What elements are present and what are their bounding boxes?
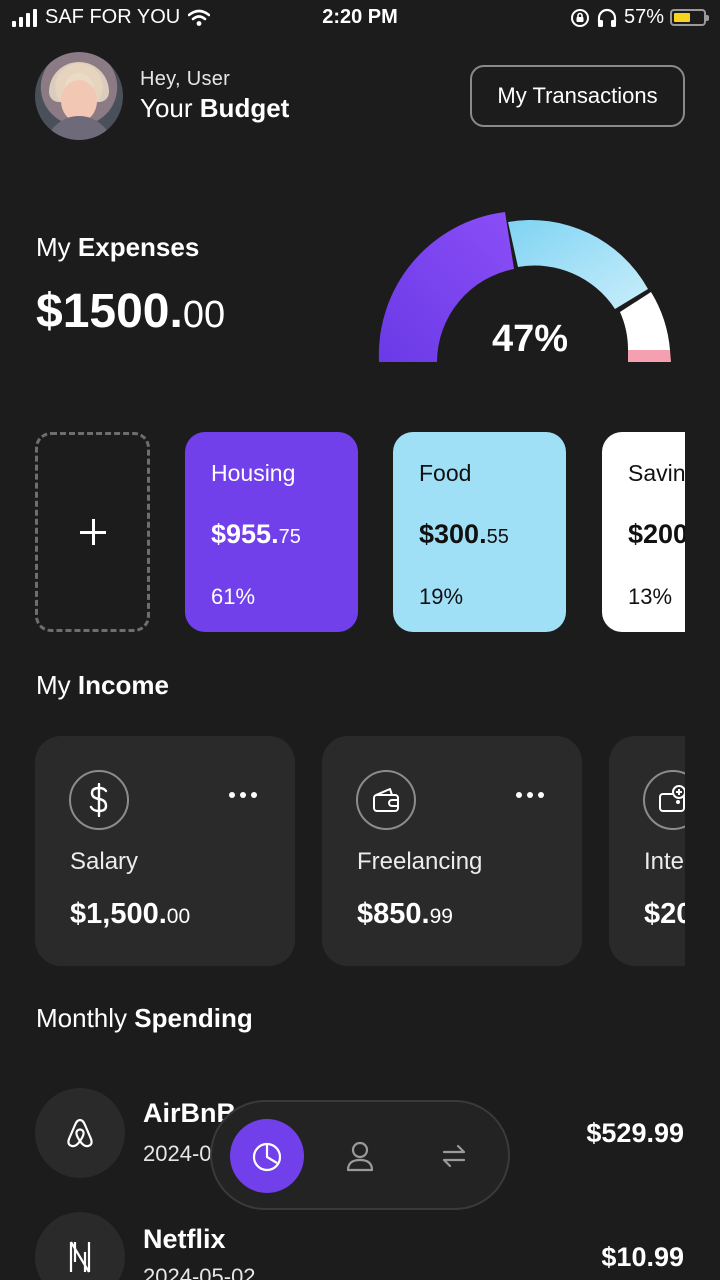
gauge-segment-other <box>628 350 671 362</box>
income-card-freelancing[interactable]: Freelancing $850.99 <box>322 736 582 966</box>
income-card-salary[interactable]: Salary $1,500.00 <box>35 736 295 966</box>
gauge-percent: 47% <box>491 318 569 360</box>
spending-item-amount: $10.99 <box>601 1242 684 1272</box>
nav-chart-button[interactable] <box>230 1119 304 1193</box>
income-label: My Income <box>36 670 169 700</box>
battery-percent: 57% <box>623 6 664 28</box>
user-icon <box>346 1141 374 1172</box>
spending-label: Monthly Spending <box>36 1003 253 1033</box>
category-card-food[interactable]: Food $300.55 19% <box>393 432 566 632</box>
wallet-icon <box>356 770 416 830</box>
expenses-label: My Expenses <box>36 232 200 262</box>
avatar[interactable] <box>35 52 123 140</box>
income-cards: Salary $1,500.00 Freelancing $850.99 Int… <box>35 736 685 968</box>
netflix-icon <box>35 1212 125 1280</box>
add-category-button[interactable] <box>35 432 150 632</box>
more-options-icon[interactable] <box>516 792 544 798</box>
expenses-amount: $1500.00 <box>36 285 226 338</box>
category-card-housing[interactable]: Housing $955.75 61% <box>185 432 358 632</box>
income-card-interest[interactable]: Interest $20.00 <box>609 736 685 966</box>
spending-item-name: Netflix <box>143 1224 226 1254</box>
headphones-icon <box>597 8 617 27</box>
greeting-text: Hey, User <box>140 68 231 90</box>
gauge-segment-food <box>508 220 648 309</box>
my-transactions-button[interactable]: My Transactions <box>470 65 685 127</box>
spending-item-amount: $529.99 <box>586 1118 684 1148</box>
bottom-nav <box>210 1100 510 1210</box>
chart-icon <box>252 1142 282 1172</box>
battery-icon <box>670 9 709 26</box>
plus-icon <box>79 519 106 545</box>
rotation-lock-icon <box>570 8 589 27</box>
more-options-icon[interactable] <box>229 792 257 798</box>
dollar-icon <box>69 770 129 830</box>
wallet-add-icon <box>643 770 685 830</box>
category-cards: Housing $955.75 61% Food $300.55 19% Sav… <box>35 430 685 635</box>
nav-profile-button[interactable] <box>340 1136 380 1176</box>
transfer-icon <box>442 1144 466 1168</box>
status-bar: SAF FOR YOU 2:20 PM 57% <box>0 0 720 38</box>
status-right: 57% <box>570 6 709 29</box>
nav-transfer-button[interactable] <box>434 1136 474 1176</box>
airbnb-icon <box>35 1088 125 1178</box>
category-card-savings[interactable]: Savings $200.00 13% <box>602 432 685 632</box>
spending-item-date: 2024-05-02 <box>143 1264 256 1280</box>
page-title: Your Budget <box>140 93 290 123</box>
